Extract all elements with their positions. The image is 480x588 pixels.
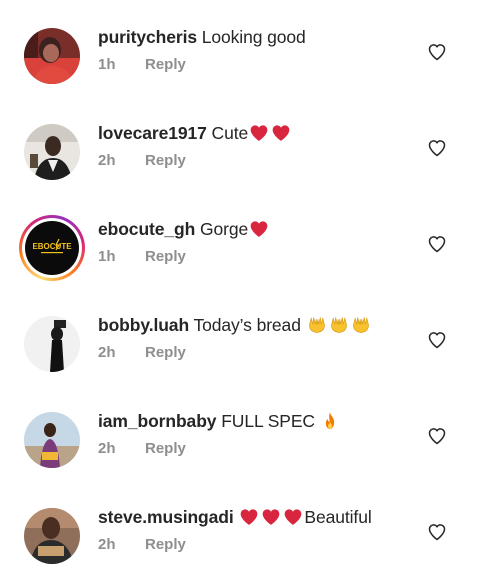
raising-hands-emoji (330, 317, 347, 333)
raising-hands-emoji (308, 317, 325, 333)
heart-outline-icon[interactable] (427, 522, 447, 542)
comment-text: Beautiful (304, 507, 372, 527)
comment-text: FULL SPEC (221, 411, 315, 431)
fire-emoji (325, 412, 334, 429)
reply-button[interactable]: Reply (145, 440, 186, 457)
comment-text-line: ebocute_gh Gorge (98, 217, 270, 241)
comment-meta: 2h Reply (98, 439, 186, 459)
comment-meta: 1h Reply (98, 55, 186, 75)
reply-button[interactable]: Reply (145, 152, 186, 169)
comment-time: 2h (98, 152, 116, 169)
avatar-image (24, 316, 80, 372)
comment-item: iam_bornbaby FULL SPEC 2h Reply (0, 384, 480, 480)
comment-text: Looking good (201, 27, 306, 47)
comment-item: steve.musingadi Beautiful 2h Reply (0, 480, 480, 576)
comment-text-line: bobby.luah Today’s bread (98, 313, 372, 337)
avatar-image (24, 508, 80, 564)
red-heart-emoji (250, 221, 268, 237)
avatar[interactable] (24, 412, 80, 468)
comment-item: lovecare1917 Cute 2h Reply (0, 96, 480, 192)
comment-text: Today’s bread (193, 315, 301, 335)
comment-meta: 2h Reply (98, 535, 186, 555)
comment-time: 1h (98, 56, 116, 73)
heart-outline-icon[interactable] (427, 426, 447, 446)
avatar-logo-text: EBOCUTE (32, 242, 72, 251)
comment-username[interactable]: iam_bornbaby (98, 411, 217, 431)
comment-time: 2h (98, 344, 116, 361)
comment-text-line: steve.musingadi Beautiful (98, 505, 372, 529)
avatar: EBOCUTE (25, 221, 79, 275)
reply-button[interactable]: Reply (145, 56, 186, 73)
avatar[interactable] (24, 316, 80, 372)
comment-username[interactable]: ebocute_gh (98, 219, 195, 239)
red-heart-emoji (285, 509, 302, 525)
avatar[interactable] (24, 28, 80, 84)
comment-text-line: iam_bornbaby FULL SPEC (98, 409, 340, 433)
red-heart-emoji (272, 125, 290, 141)
comment-username[interactable]: steve.musingadi (98, 507, 234, 527)
comment-time: 2h (98, 536, 116, 553)
avatar-image (24, 412, 80, 468)
avatar-image: EBOCUTE (25, 221, 79, 275)
heart-outline-icon[interactable] (427, 234, 447, 254)
avatar[interactable] (24, 124, 80, 180)
red-heart-emoji (263, 509, 280, 525)
heart-outline-icon[interactable] (427, 330, 447, 350)
heart-outline-icon[interactable] (427, 42, 447, 62)
comment-item: bobby.luah Today’s bread 2h Reply (0, 288, 480, 384)
comment-time: 1h (98, 248, 116, 265)
avatar[interactable] (24, 508, 80, 564)
avatar-image (24, 124, 80, 180)
comment-item: EBOCUTE ebocute_gh Gorge 1h Reply (0, 192, 480, 288)
comment-username[interactable]: lovecare1917 (98, 123, 207, 143)
comment-username[interactable]: bobby.luah (98, 315, 189, 335)
comment-list: puritycheris Looking good 1h Reply loveca… (0, 0, 480, 588)
raising-hands-emoji (352, 317, 369, 333)
comment-meta: 2h Reply (98, 151, 186, 171)
reply-button[interactable]: Reply (145, 248, 186, 265)
reply-button[interactable]: Reply (145, 344, 186, 361)
avatar-story-ring[interactable]: EBOCUTE (19, 215, 85, 281)
comment-time: 2h (98, 440, 116, 457)
comment-text: Cute (211, 123, 249, 143)
avatar-image (24, 28, 80, 84)
red-heart-emoji (241, 509, 258, 525)
comment-text-line: puritycheris Looking good (98, 25, 306, 49)
comment-username[interactable]: puritycheris (98, 27, 197, 47)
heart-outline-icon[interactable] (427, 138, 447, 158)
comment-meta: 1h Reply (98, 247, 186, 267)
comment-text-line: lovecare1917 Cute (98, 121, 292, 145)
comment-meta: 2h Reply (98, 343, 186, 363)
red-heart-emoji (250, 125, 268, 141)
comment-item: puritycheris Looking good 1h Reply (0, 0, 480, 96)
reply-button[interactable]: Reply (145, 536, 186, 553)
comment-text: Gorge (199, 219, 249, 239)
